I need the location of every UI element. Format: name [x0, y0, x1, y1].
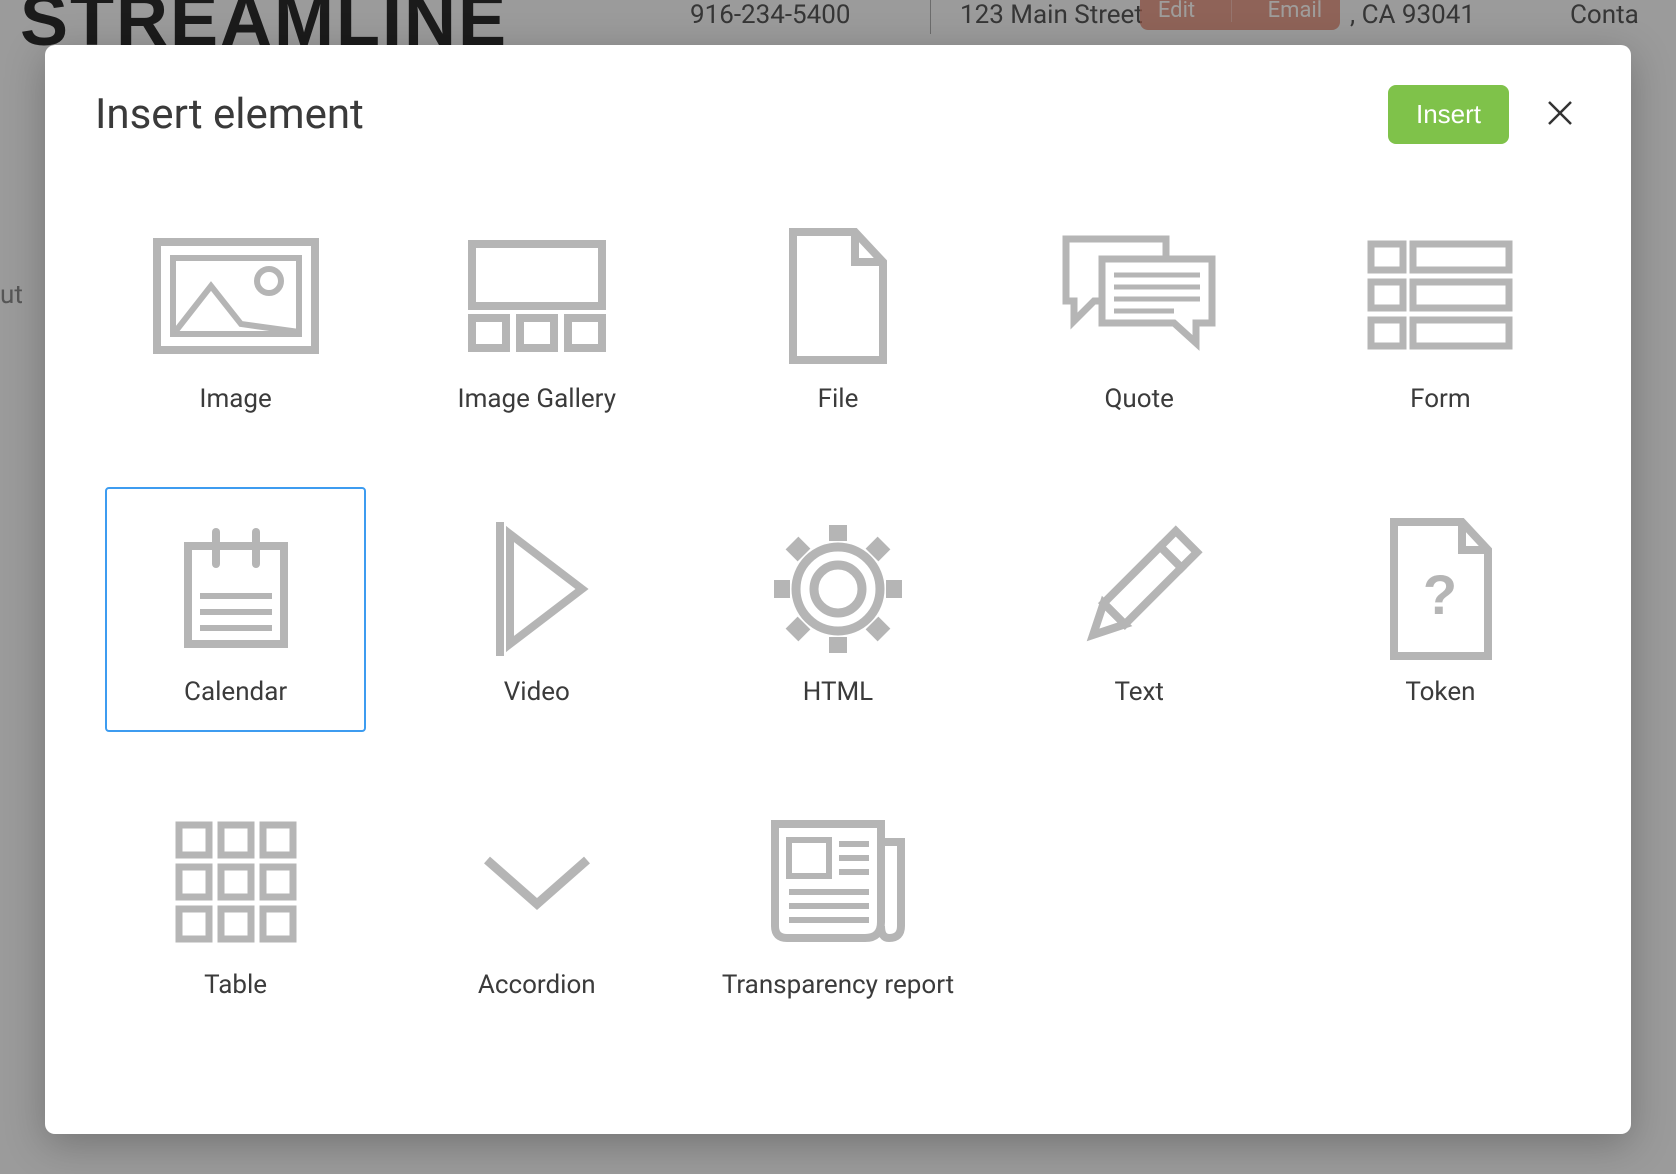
tile-file[interactable]: File — [707, 194, 968, 439]
tile-transparency-report[interactable]: Transparency report — [707, 780, 968, 1025]
tile-label: Video — [504, 675, 570, 710]
tile-html[interactable]: HTML — [707, 487, 968, 732]
svg-text:?: ? — [1423, 563, 1457, 626]
insert-element-modal: Insert element Insert Image — [45, 45, 1631, 1134]
tile-label: Accordion — [478, 968, 596, 1003]
tile-table[interactable]: Table — [105, 780, 366, 1025]
tile-label: Image — [199, 382, 271, 417]
tile-label: Image Gallery — [458, 382, 616, 417]
table-icon — [171, 802, 301, 962]
tile-label: Transparency report — [722, 968, 954, 1003]
modal-header-actions: Insert — [1388, 85, 1581, 144]
tile-calendar[interactable]: Calendar — [105, 487, 366, 732]
close-button[interactable] — [1539, 92, 1581, 137]
newspaper-icon — [763, 802, 913, 962]
form-icon — [1365, 216, 1515, 376]
gear-icon — [763, 509, 913, 669]
quote-icon — [1054, 216, 1224, 376]
chevron-down-icon — [472, 802, 602, 962]
element-grid: Image Image Gallery File — [95, 194, 1581, 1025]
tile-token[interactable]: ? Token — [1310, 487, 1571, 732]
tile-video[interactable]: Video — [406, 487, 667, 732]
tile-label: Form — [1410, 382, 1471, 417]
tile-label: Token — [1405, 675, 1475, 710]
tile-accordion[interactable]: Accordion — [406, 780, 667, 1025]
tile-label: Quote — [1105, 382, 1174, 417]
tile-label: File — [818, 382, 859, 417]
modal-title: Insert element — [95, 90, 364, 139]
tile-label: HTML — [803, 675, 873, 710]
tile-text[interactable]: Text — [1009, 487, 1270, 732]
image-icon — [151, 216, 321, 376]
tile-quote[interactable]: Quote — [1009, 194, 1270, 439]
tile-label: Table — [204, 968, 267, 1003]
tile-label: Text — [1114, 675, 1163, 710]
file-icon — [783, 216, 893, 376]
insert-button[interactable]: Insert — [1388, 85, 1509, 144]
modal-header: Insert element Insert — [95, 85, 1581, 144]
tile-image-gallery[interactable]: Image Gallery — [406, 194, 667, 439]
tile-image[interactable]: Image — [105, 194, 366, 439]
close-icon — [1545, 98, 1575, 128]
tile-form[interactable]: Form — [1310, 194, 1571, 439]
image-gallery-icon — [462, 216, 612, 376]
pencil-icon — [1064, 509, 1214, 669]
tile-label: Calendar — [184, 675, 287, 710]
token-icon: ? — [1380, 509, 1500, 669]
video-icon — [482, 509, 592, 669]
calendar-icon — [176, 509, 296, 669]
